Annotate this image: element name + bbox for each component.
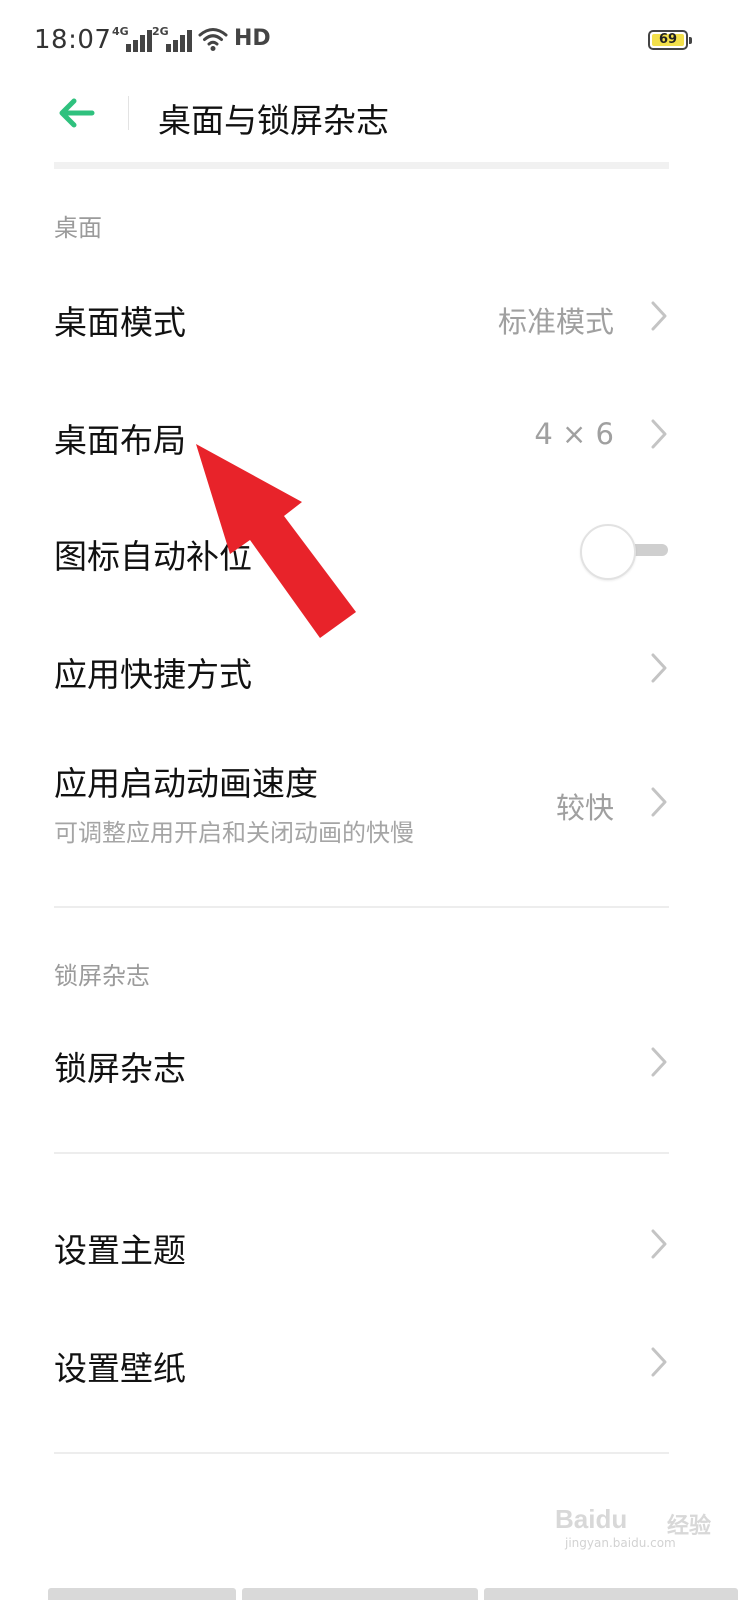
- row-desktop-mode[interactable]: 桌面模式 标准模式: [0, 260, 738, 372]
- row-label: 锁屏杂志: [54, 1049, 186, 1088]
- section-divider: [54, 1452, 669, 1454]
- row-subtitle: 可调整应用开启和关闭动画的快慢: [54, 819, 414, 847]
- status-time: 18:07: [34, 25, 112, 55]
- section-divider: [54, 906, 669, 908]
- chevron-right-icon: [651, 1229, 667, 1259]
- watermark-brand: Baidu: [555, 1504, 628, 1534]
- row-lock-magazine[interactable]: 锁屏杂志: [0, 1006, 738, 1118]
- chevron-right-icon: [651, 1347, 667, 1377]
- row-value: 较快: [555, 791, 614, 825]
- header-separator: [128, 96, 129, 130]
- header-divider: [54, 162, 669, 169]
- chevron-right-icon: [651, 419, 667, 449]
- chevron-right-icon: [651, 1047, 667, 1077]
- bottom-tab-strip: [48, 1588, 738, 1600]
- page-title: 桌面与锁屏杂志: [158, 101, 389, 140]
- chevron-right-icon: [651, 787, 667, 817]
- row-app-shortcuts[interactable]: 应用快捷方式: [0, 612, 738, 724]
- row-set-wallpaper[interactable]: 设置壁纸: [0, 1306, 738, 1418]
- hd-indicator: HD: [234, 26, 271, 51]
- signal-4g-icon: 4G: [112, 26, 156, 52]
- back-arrow-icon: [59, 98, 95, 128]
- chevron-right-icon: [651, 301, 667, 331]
- icon-autofill-toggle[interactable]: [580, 524, 670, 580]
- battery-level: 69: [658, 32, 678, 47]
- status-bar: 18:07 4G 2G HD 69: [0, 0, 738, 84]
- row-icon-autofill: 图标自动补位: [0, 494, 738, 606]
- section-divider: [54, 1152, 669, 1154]
- section-label-desktop: 桌面: [54, 214, 102, 242]
- row-set-theme[interactable]: 设置主题: [0, 1188, 738, 1300]
- watermark-url: jingyan.baidu.com: [565, 1536, 676, 1550]
- row-label: 桌面布局: [54, 421, 186, 460]
- row-value: 4 × 6: [534, 417, 614, 451]
- wifi-icon: [198, 26, 228, 52]
- battery-icon: 69: [648, 30, 692, 50]
- row-label: 应用快捷方式: [54, 655, 252, 694]
- back-button[interactable]: [54, 95, 102, 131]
- row-desktop-layout[interactable]: 桌面布局 4 × 6: [0, 378, 738, 490]
- row-value: 标准模式: [497, 305, 614, 339]
- row-label: 设置壁纸: [54, 1349, 186, 1388]
- row-label: 应用启动动画速度: [54, 764, 318, 803]
- section-label-lockscreen: 锁屏杂志: [54, 962, 150, 990]
- row-label: 设置主题: [54, 1231, 186, 1270]
- signal-2g-icon: 2G: [152, 26, 196, 52]
- row-app-animation-speed[interactable]: 应用启动动画速度 可调整应用开启和关闭动画的快慢 较快: [0, 735, 738, 865]
- chevron-right-icon: [651, 653, 667, 683]
- row-label: 桌面模式: [54, 303, 186, 342]
- baidu-watermark: Baidu 经验 jingyan.baidu.com: [555, 1500, 735, 1550]
- annotation-arrow-icon: [196, 444, 356, 638]
